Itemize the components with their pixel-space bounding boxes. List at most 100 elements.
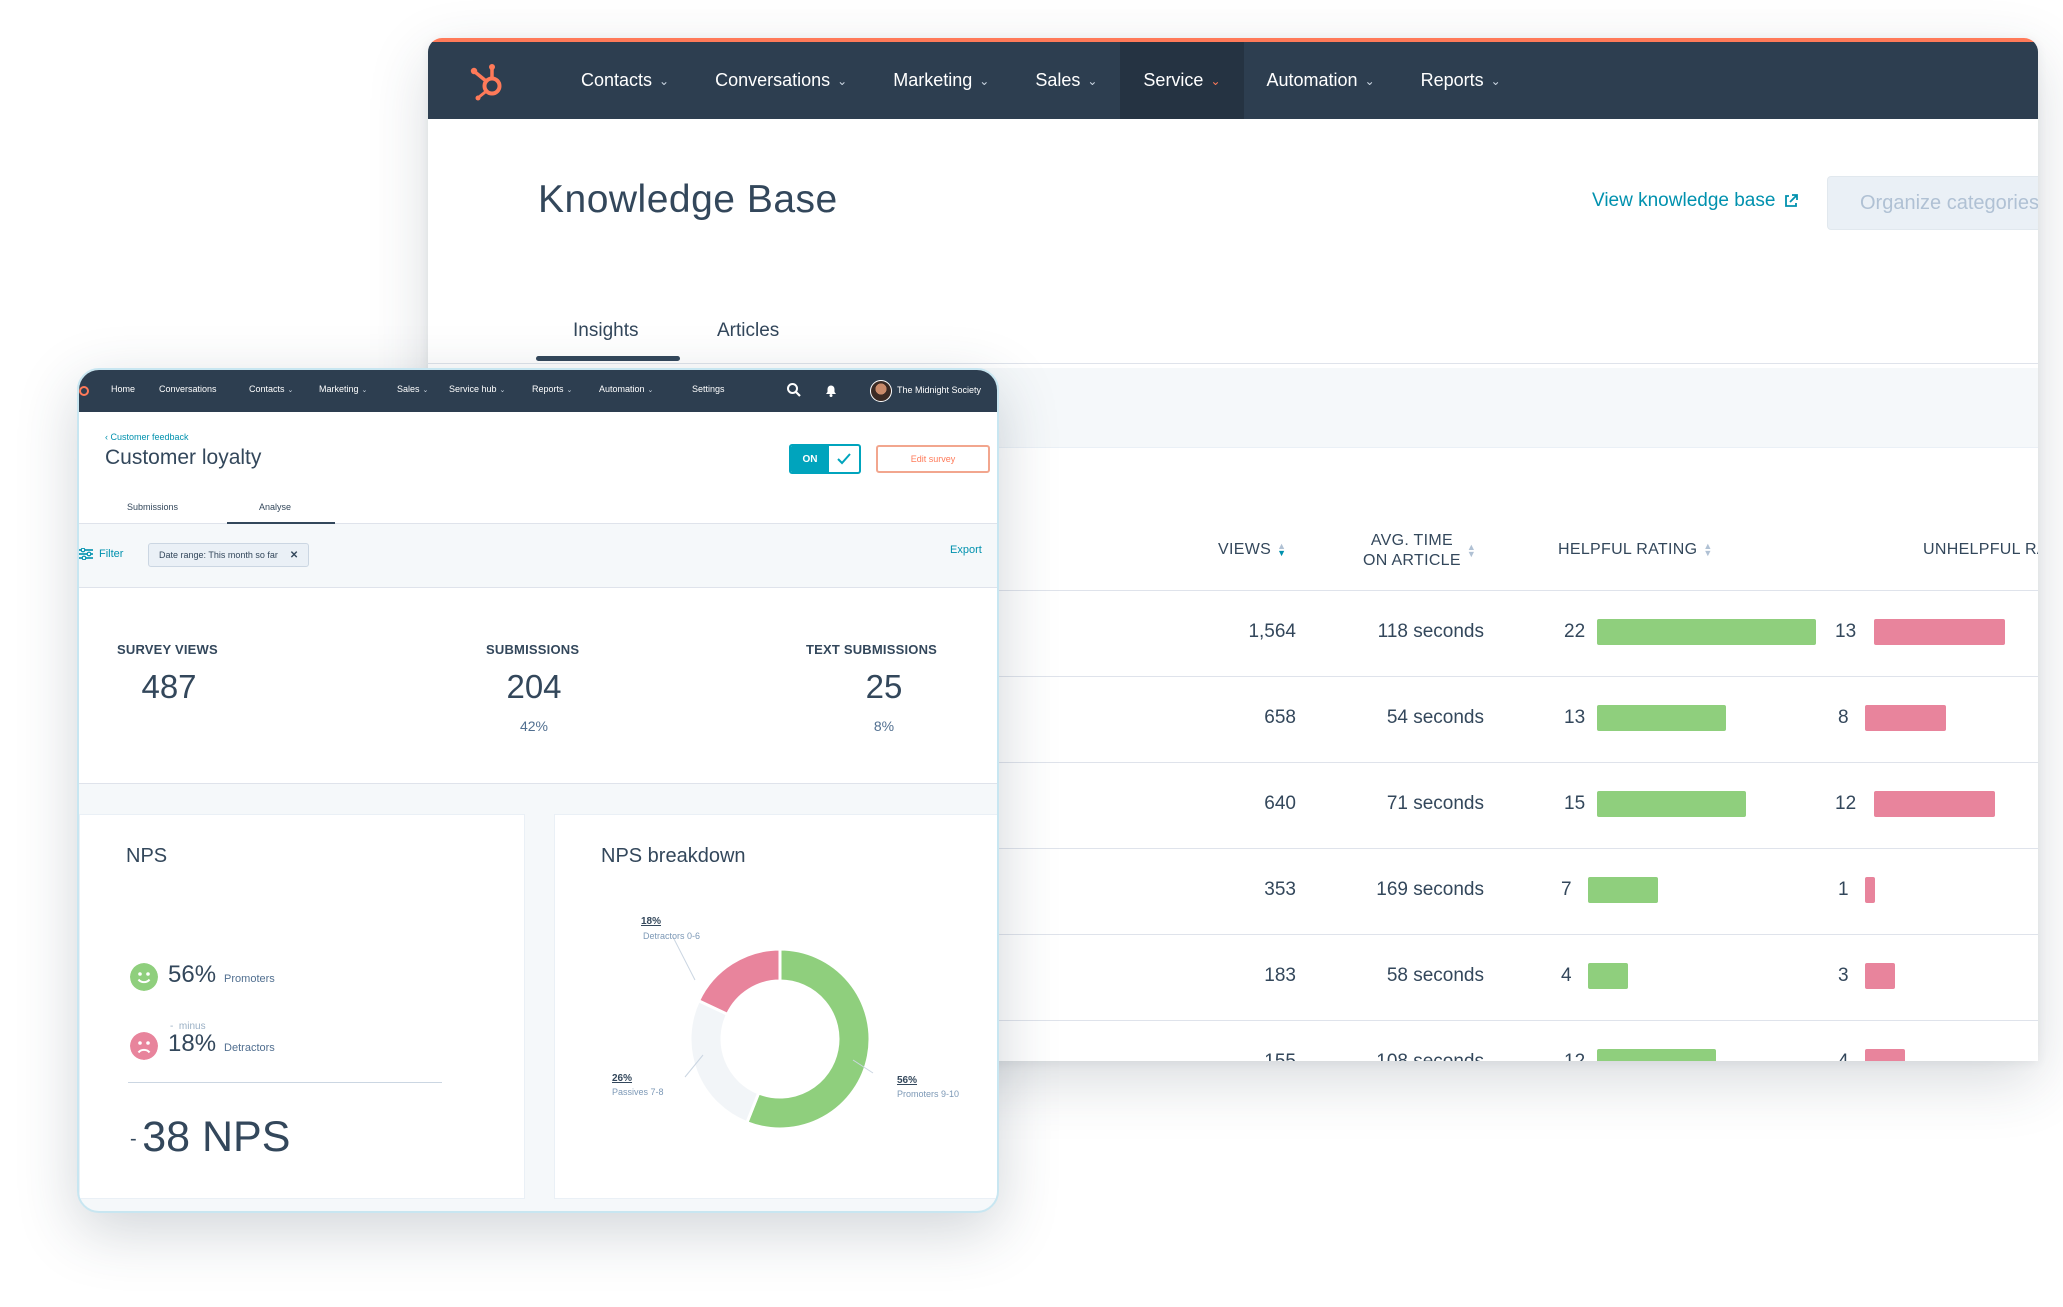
tab-divider xyxy=(428,363,2038,364)
nav-automation[interactable]: Automation ⌄ xyxy=(599,384,653,394)
frown-icon xyxy=(130,1032,158,1060)
chevron-down-icon: ⌄ xyxy=(361,387,368,394)
column-header-helpful-rating[interactable]: HELPFUL RATING ▲ ▼ xyxy=(1558,540,1713,560)
page-title: Customer loyalty xyxy=(105,446,262,469)
bell-icon[interactable] xyxy=(823,382,839,398)
nav-contacts[interactable]: Contacts ⌄ xyxy=(558,42,692,119)
nav-contacts[interactable]: Contacts ⌄ xyxy=(249,384,293,394)
export-link[interactable]: Export xyxy=(950,544,982,556)
page-title: Knowledge Base xyxy=(538,178,838,221)
filter-button[interactable]: Filter xyxy=(79,548,123,560)
external-link-icon xyxy=(1785,194,1799,207)
nav-sales[interactable]: Sales ⌄ xyxy=(1012,42,1120,119)
tab-submissions[interactable]: Submissions xyxy=(127,502,178,512)
chevron-down-icon: ⌄ xyxy=(499,387,506,394)
detractors-slice[interactable] xyxy=(696,947,782,1017)
nav-home[interactable]: Home xyxy=(111,384,135,394)
chevron-down-icon: ⌄ xyxy=(979,73,990,88)
nav-label: Reports xyxy=(1420,70,1484,90)
avatar[interactable] xyxy=(870,380,892,402)
avg-time-cell: 71 seconds xyxy=(1386,793,1484,814)
breadcrumb[interactable]: ‹ Customer feedback xyxy=(105,432,189,442)
nav-label: Sales xyxy=(397,384,420,394)
nav-service[interactable]: Service ⌄ xyxy=(1120,42,1244,119)
avg-time-cell: 118 seconds xyxy=(1377,621,1484,642)
unhelpful-rating-bar xyxy=(1874,619,2005,645)
helpful-rating-bar xyxy=(1588,877,1658,903)
unhelpful-rating-bar xyxy=(1874,791,1995,817)
stat-pct-text-submissions: 8% xyxy=(873,718,895,734)
nav-marketing[interactable]: Marketing ⌄ xyxy=(870,42,1012,119)
nav-conversations[interactable]: Conversations xyxy=(159,384,217,394)
helpful-count-cell: 12 xyxy=(1564,1051,1585,1061)
nps-card-title: NPS xyxy=(126,845,168,867)
avg-time-cell: 169 seconds xyxy=(1376,879,1484,900)
nav-label: Service xyxy=(1143,70,1204,90)
column-header-views[interactable]: VIEWS ▲ ▼ xyxy=(1218,540,1286,560)
nav-marketing[interactable]: Marketing ⌄ xyxy=(319,384,367,394)
nps-score-text: 38 NPS xyxy=(142,1113,291,1161)
stat-label-text-submissions: TEXT SUBMISSIONS xyxy=(806,642,938,657)
nav-conversations[interactable]: Conversations ⌄ xyxy=(692,42,870,119)
tab-articles[interactable]: Articles xyxy=(717,320,779,342)
passives-slice[interactable] xyxy=(688,998,761,1125)
account-name[interactable]: The Midnight Society xyxy=(897,385,981,395)
nav-reports[interactable]: Reports ⌄ xyxy=(532,384,572,394)
unhelpful-count-cell: 13 xyxy=(1835,621,1857,642)
unhelpful-count-cell: 12 xyxy=(1835,793,1857,814)
detractors-segment-pct: 18% xyxy=(641,916,662,927)
avg-time-cell: 108 seconds xyxy=(1376,1051,1484,1061)
chevron-down-icon: ⌄ xyxy=(422,387,429,394)
chevron-down-icon: ⌄ xyxy=(287,387,294,394)
helpful-count-cell: 22 xyxy=(1564,621,1586,642)
toggle-label: ON xyxy=(791,446,829,472)
sort-icon: ▲ ▼ xyxy=(1466,542,1477,559)
chevron-down-icon: ⌄ xyxy=(659,73,670,88)
helpful-count-cell: 7 xyxy=(1561,879,1572,900)
date-range-chip[interactable]: Date range: This month so far ✕ xyxy=(148,543,310,567)
promoters-pct: 56% xyxy=(168,961,217,988)
helpful-rating-bar xyxy=(1588,963,1628,989)
stat-value-text-submissions: 25 xyxy=(865,668,903,705)
views-cell: 155 xyxy=(1264,1051,1296,1061)
helpful-rating-bar xyxy=(1597,705,1726,731)
avg-time-header-line1: AVG. TIME xyxy=(1370,532,1453,549)
chevron-down-icon: ⌄ xyxy=(1210,73,1221,88)
column-header-avg-time[interactable]: AVG. TIME ON ARTICLE ▲ ▼ xyxy=(1363,531,1476,571)
detractors-label: Detractors xyxy=(224,1042,275,1054)
nav-reports[interactable]: Reports ⌄ xyxy=(1398,42,1524,119)
tab-analyse[interactable]: Analyse xyxy=(259,502,291,512)
unhelpful-rating-bar xyxy=(1865,705,1946,731)
stage: Contacts ⌄ Conversations ⌄ Marketing ⌄ Sale… xyxy=(0,0,2063,1307)
nav-label: Settings xyxy=(692,384,725,394)
avg-time-header-line2: ON ARTICLE xyxy=(1363,552,1461,569)
views-cell: 1,564 xyxy=(1248,621,1296,642)
nav-sales[interactable]: Sales ⌄ xyxy=(397,384,428,394)
chevron-down-icon: ⌄ xyxy=(1364,73,1375,88)
stat-pct-submissions: 42% xyxy=(519,718,549,734)
survey-status-toggle[interactable]: ON xyxy=(789,444,861,474)
column-header-unhelpful-rating[interactable]: UNHELPFUL RA xyxy=(1923,540,2038,560)
view-knowledge-base-link[interactable]: View knowledge base xyxy=(1592,190,1799,212)
unhelpful-rating-bar xyxy=(1865,963,1895,989)
filter-label: Filter xyxy=(99,548,124,560)
helpful-count-cell: 4 xyxy=(1561,965,1572,986)
edit-survey-button[interactable]: Edit survey xyxy=(876,445,990,473)
chevron-down-icon: ⌄ xyxy=(566,387,573,394)
helpful-header-label: HELPFUL RATING xyxy=(1558,541,1698,558)
tab-insights[interactable]: Insights xyxy=(573,320,638,342)
organize-categories-button[interactable]: Organize categories xyxy=(1827,176,2038,230)
unhelpful-count-cell: 8 xyxy=(1838,707,1849,728)
views-cell: 183 xyxy=(1264,965,1296,986)
hubspot-logo-icon[interactable] xyxy=(79,386,89,396)
hubspot-logo-icon[interactable] xyxy=(458,51,518,111)
stats-panel: SURVEY VIEWS 487 SUBMISSIONS 204 42% TEX… xyxy=(79,588,997,784)
nav-label: Sales xyxy=(1035,70,1081,90)
nav-service-hub[interactable]: Service hub ⌄ xyxy=(449,384,505,394)
search-icon[interactable] xyxy=(786,382,802,398)
nav-settings[interactable]: Settings xyxy=(692,384,725,394)
helpful-rating-bar xyxy=(1597,1049,1716,1061)
nav-label: Automation xyxy=(1266,70,1358,90)
nav-automation[interactable]: Automation ⌄ xyxy=(1244,42,1398,119)
close-icon[interactable]: ✕ xyxy=(290,550,298,561)
